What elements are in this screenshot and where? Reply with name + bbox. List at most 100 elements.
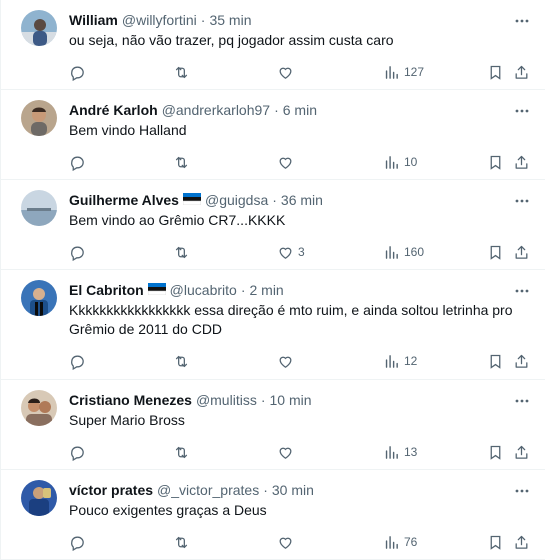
share-upload-icon — [515, 245, 528, 259]
tweet-reply[interactable]: Cristiano Menezes @mulitiss · 10 min Sup… — [1, 380, 545, 470]
reply-button[interactable] — [69, 532, 86, 552]
more-options-button[interactable] — [513, 482, 531, 500]
tweet-header: Guilherme Alves @guigdsa · 36 min — [69, 190, 533, 210]
bookmark-icon — [490, 354, 501, 369]
like-button[interactable] — [277, 152, 298, 172]
like-button[interactable]: 3 — [277, 242, 305, 262]
author-name[interactable]: El Cabriton — [69, 282, 144, 298]
retweet-button[interactable] — [173, 62, 190, 82]
reply-button[interactable] — [69, 152, 86, 172]
like-button[interactable] — [277, 62, 298, 82]
separator-dot: · — [240, 282, 246, 298]
author-handle[interactable]: @lucabrito — [170, 282, 237, 298]
tweet-time[interactable]: 6 min — [283, 102, 317, 118]
avatar[interactable] — [21, 480, 57, 516]
replies-feed: William @willyfortini · 35 min ou seja, … — [0, 0, 545, 560]
like-button[interactable] — [277, 532, 298, 552]
bookmark-button[interactable] — [487, 152, 504, 172]
share-upload-icon — [515, 445, 528, 459]
retweet-icon — [175, 536, 188, 548]
bookmark-button[interactable] — [487, 62, 504, 82]
views-button[interactable]: 76 — [383, 532, 417, 552]
views-button[interactable]: 127 — [383, 62, 424, 82]
bookmark-button[interactable] — [487, 351, 504, 371]
author-name[interactable]: André Karloh — [69, 102, 158, 118]
more-horizontal-icon — [515, 109, 529, 113]
retweet-button[interactable] — [173, 532, 190, 552]
views-bar-chart-icon — [385, 65, 398, 79]
tweet-time[interactable]: 2 min — [249, 282, 283, 298]
author-handle[interactable]: @mulitiss — [196, 392, 257, 408]
bookmark-icon — [490, 155, 501, 170]
tweet-time[interactable]: 36 min — [281, 192, 323, 208]
views-button[interactable]: 160 — [383, 242, 424, 262]
share-button[interactable] — [513, 532, 530, 552]
author-name[interactable]: Cristiano Menezes — [69, 392, 192, 408]
author-name[interactable]: Guilherme Alves — [69, 192, 179, 208]
views-button[interactable]: 13 — [383, 442, 417, 462]
author-handle[interactable]: @guigdsa — [205, 192, 268, 208]
more-options-button[interactable] — [513, 282, 531, 300]
tweet-header: Cristiano Menezes @mulitiss · 10 min — [69, 390, 533, 410]
more-options-button[interactable] — [513, 192, 531, 210]
tweet-reply[interactable]: Guilherme Alves @guigdsa · 36 min Bem vi… — [1, 180, 545, 270]
avatar[interactable] — [21, 100, 57, 136]
tweet-text: Pouco exigentes graças a Deus — [69, 502, 267, 518]
tweet-content: André Karloh @andrerkarloh97 · 6 min Bem… — [69, 100, 533, 179]
retweet-icon — [175, 446, 188, 458]
retweet-button[interactable] — [173, 242, 190, 262]
bookmark-icon — [490, 445, 501, 460]
tweet-text: Kkkkkkkkkkkkkkkkk essa direção é mto rui… — [69, 302, 513, 337]
estonia-flag-icon — [182, 193, 201, 205]
tweet-text: Bem vindo ao Grêmio CR7...KKKK — [69, 212, 286, 228]
share-button[interactable] — [513, 442, 530, 462]
author-handle[interactable]: @andrerkarloh97 — [162, 102, 270, 118]
views-button[interactable]: 10 — [383, 152, 417, 172]
reply-bubble-icon — [71, 246, 84, 261]
avatar[interactable] — [21, 190, 57, 226]
reply-bubble-icon — [71, 355, 84, 370]
avatar[interactable] — [21, 390, 57, 426]
reply-button[interactable] — [69, 442, 86, 462]
retweet-button[interactable] — [173, 152, 190, 172]
views-button[interactable]: 12 — [383, 351, 417, 371]
tweet-reply[interactable]: André Karloh @andrerkarloh97 · 6 min Bem… — [1, 90, 545, 180]
avatar[interactable] — [21, 10, 57, 46]
retweet-button[interactable] — [173, 351, 190, 371]
heart-icon — [279, 247, 292, 259]
more-options-button[interactable] — [513, 12, 531, 30]
retweet-button[interactable] — [173, 442, 190, 462]
tweet-time[interactable]: 35 min — [209, 12, 251, 28]
reply-bubble-icon — [71, 66, 84, 81]
author-handle[interactable]: @_victor_prates — [157, 482, 259, 498]
avatar[interactable] — [21, 280, 57, 316]
more-options-button[interactable] — [513, 102, 531, 120]
tweet-time[interactable]: 10 min — [270, 392, 312, 408]
author-name[interactable]: William — [69, 12, 118, 28]
more-options-button[interactable] — [513, 392, 531, 410]
tweet-header: El Cabriton @lucabrito · 2 min — [69, 280, 533, 300]
bookmark-button[interactable] — [487, 242, 504, 262]
share-upload-icon — [515, 535, 528, 549]
bookmark-button[interactable] — [487, 532, 504, 552]
share-upload-icon — [515, 155, 528, 169]
tweet-reply[interactable]: víctor prates @_victor_prates · 30 min P… — [1, 470, 545, 560]
author-name[interactable]: víctor prates — [69, 482, 153, 498]
tweet-reply[interactable]: William @willyfortini · 35 min ou seja, … — [1, 0, 545, 90]
share-button[interactable] — [513, 62, 530, 82]
tweet-reply[interactable]: El Cabriton @lucabrito · 2 min Kkkkkkkkk… — [1, 270, 545, 380]
author-handle[interactable]: @willyfortini — [122, 12, 197, 28]
reply-button[interactable] — [69, 62, 86, 82]
share-button[interactable] — [513, 152, 530, 172]
share-button[interactable] — [513, 351, 530, 371]
retweet-icon — [175, 66, 188, 78]
like-button[interactable] — [277, 442, 298, 462]
like-button[interactable] — [277, 351, 298, 371]
reply-button[interactable] — [69, 242, 86, 262]
reply-button[interactable] — [69, 351, 86, 371]
share-button[interactable] — [513, 242, 530, 262]
bookmark-button[interactable] — [487, 442, 504, 462]
heart-icon — [279, 157, 292, 169]
views-bar-chart-icon — [385, 535, 398, 549]
tweet-time[interactable]: 30 min — [272, 482, 314, 498]
